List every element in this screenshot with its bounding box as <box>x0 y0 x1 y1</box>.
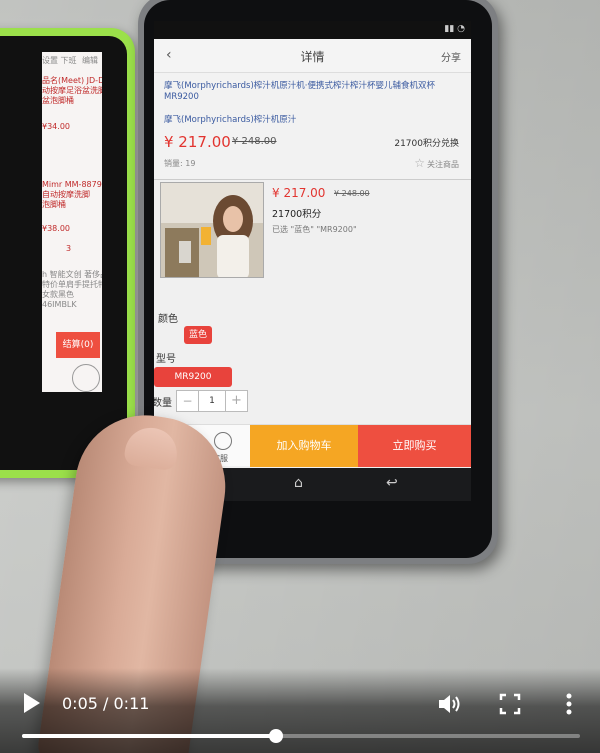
left-row-0: 品名(Meet) JD-D5全自 <box>42 76 102 85</box>
quantity-stepper[interactable]: − 1 + <box>176 390 248 412</box>
left-row-10: 女款黑色 <box>42 290 74 299</box>
left-row-4: Mimr MM-8879 <box>42 180 102 189</box>
page-title: 详情 <box>300 50 325 64</box>
quantity-value[interactable]: 1 <box>199 391 225 411</box>
left-checkout-button[interactable]: 结算(0) <box>56 332 100 358</box>
left-row-5: 自动按摩洗脚 <box>42 190 90 199</box>
more-vert-icon[interactable] <box>562 692 576 716</box>
volume-icon[interactable] <box>437 692 463 716</box>
product-thumbnail <box>160 182 264 278</box>
progress-scrubber[interactable] <box>268 729 283 743</box>
model-option-mr9200[interactable]: MR9200 <box>154 367 232 387</box>
left-row-3: ¥34.00 <box>42 122 70 131</box>
star-icon[interactable]: ☆ <box>414 156 425 170</box>
left-tab-icon[interactable] <box>72 364 100 392</box>
add-to-cart-button[interactable]: 加入购物车 <box>250 425 358 467</box>
points-exchange: 21700积分兑换 <box>394 139 459 149</box>
product-price: ¥ 217.00 <box>164 133 231 151</box>
status-bar: ▮▮ ◔ <box>154 21 471 39</box>
play-icon[interactable] <box>22 692 42 714</box>
left-status-right: 编辑 <box>82 56 98 65</box>
left-row-8: h 智能文创 著侈品 <box>42 270 102 279</box>
sheet-price: ¥ 217.00 <box>272 186 326 200</box>
progress-bar[interactable] <box>22 729 580 743</box>
status-icons: ▮▮ ◔ <box>444 24 465 34</box>
sales-row: 销量: 19 ☆ 关注商品 <box>164 156 459 172</box>
price-row: ¥ 217.00 ¥ 248.00 21700积分兑换 <box>164 133 459 151</box>
quantity-minus-button[interactable]: − <box>177 391 199 411</box>
progress-fill <box>22 734 276 738</box>
product-photo <box>161 183 263 277</box>
quantity-label: 数量 <box>154 398 172 409</box>
time-display: 0:05 / 0:11 <box>62 694 150 713</box>
left-row-1: 动按摩足浴盆洗脚 <box>42 86 102 95</box>
share-button[interactable]: 分享 <box>441 49 461 64</box>
app-header: ‹ 详情 分享 <box>154 39 471 73</box>
app-screen: ▮▮ ◔ ‹ 详情 分享 摩飞(Morphyrichards)榨汁机原汁机·便携… <box>154 21 471 501</box>
fullscreen-icon[interactable] <box>499 693 521 715</box>
model-label: 型号 <box>156 354 176 365</box>
fingernail <box>123 424 181 472</box>
product-subtitle: 摩飞(Morphyrichards)榨汁机原汁 <box>164 115 297 125</box>
left-row-7: ¥38.00 <box>42 224 70 233</box>
sales-count: 销量: 19 <box>164 159 196 168</box>
color-label: 颜色 <box>158 314 178 325</box>
home-icon[interactable]: ⌂ <box>294 475 303 491</box>
video-frame: 设置 下班 编辑 品名(Meet) JD-D5全自 动按摩足浴盆洗脚 盆泡脚桶 … <box>0 0 600 753</box>
customer-service-icon[interactable] <box>214 432 232 450</box>
left-phone-screen: 设置 下班 编辑 品名(Meet) JD-D5全自 动按摩足浴盆洗脚 盆泡脚桶 … <box>42 52 102 392</box>
sheet-old-price: ¥ 248.00 <box>334 189 370 198</box>
left-row-11: 46IMBLK <box>42 300 77 309</box>
color-option-blue[interactable]: 蓝色 <box>184 326 212 344</box>
left-row-9: 特价单肩手提托特 <box>42 280 102 289</box>
sheet-selected-summary: 已选 "蓝色" "MR9200" <box>272 225 357 234</box>
left-row-6: 泡脚桶 <box>42 200 66 209</box>
left-qty[interactable]: 3 <box>66 244 86 254</box>
favorite-label[interactable]: 关注商品 <box>427 159 459 170</box>
sheet-points: 21700积分 <box>272 209 322 220</box>
buy-now-button[interactable]: 立即购买 <box>358 425 471 467</box>
product-old-price: ¥ 248.00 <box>232 136 277 147</box>
quantity-plus-button[interactable]: + <box>225 391 247 411</box>
product-description: 摩飞(Morphyrichards)榨汁机原汁机·便携式榨汁榨汁杯婴儿辅食机双杯… <box>164 81 435 102</box>
back-icon[interactable]: ↩ <box>386 475 398 491</box>
left-row-2: 盆泡脚桶 <box>42 96 74 105</box>
